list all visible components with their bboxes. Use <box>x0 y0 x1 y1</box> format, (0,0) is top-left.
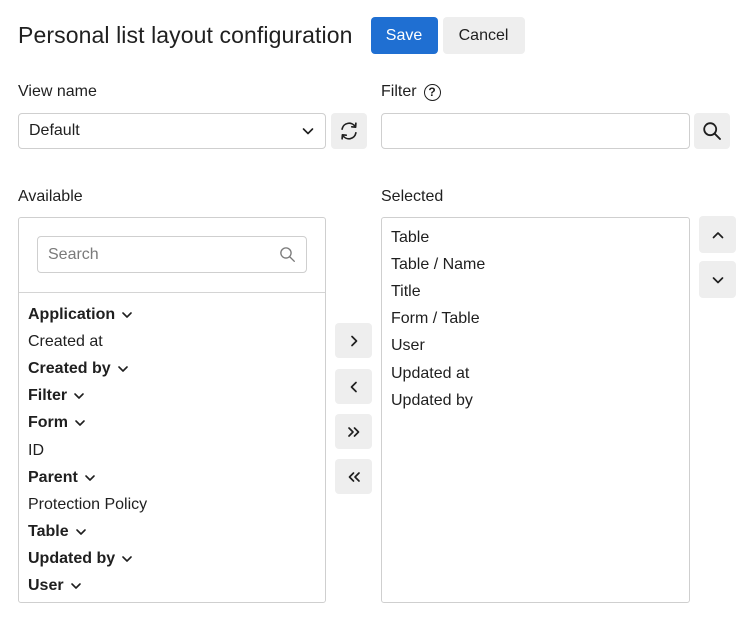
available-list: Application Created at Created by Filter For… <box>28 301 147 600</box>
available-group-item[interactable]: Application <box>28 301 147 328</box>
available-list-item[interactable]: Created at <box>28 328 147 355</box>
search-icon <box>703 122 721 140</box>
chevron-down-icon[interactable] <box>70 580 82 592</box>
double-chevron-left-icon <box>348 471 360 482</box>
available-group-item[interactable]: Form <box>28 410 147 437</box>
help-icon[interactable]: ? <box>423 83 441 101</box>
available-panel: Search Application Created at Created by Fi… <box>18 217 326 603</box>
selected-list-item[interactable]: User <box>391 333 485 360</box>
remove-selected-button[interactable] <box>335 369 372 404</box>
available-group-item[interactable]: Table <box>28 519 147 546</box>
available-search-input[interactable]: Search <box>37 236 307 273</box>
available-list-item[interactable]: Protection Policy <box>28 491 147 518</box>
filter-search-button[interactable] <box>694 113 730 149</box>
chevron-down-icon <box>712 276 723 283</box>
available-item-label: Created at <box>28 332 103 350</box>
refresh-icon <box>341 122 357 140</box>
available-item-label: Form <box>28 414 68 432</box>
available-group-item[interactable]: Parent <box>28 464 147 491</box>
available-item-label: Filter <box>28 387 68 405</box>
selected-label: Selected <box>381 188 444 205</box>
chevron-left-icon <box>350 381 357 392</box>
header: Personal list layout configuration Save … <box>18 17 525 54</box>
available-group-item[interactable]: Updated by <box>28 546 147 573</box>
remove-all-button[interactable] <box>335 459 372 494</box>
selected-list-item[interactable]: Form / Table <box>391 306 485 333</box>
selected-list-item[interactable]: Title <box>391 278 485 305</box>
available-group-item[interactable]: User <box>28 573 147 600</box>
add-all-button[interactable] <box>335 414 372 449</box>
chevron-down-icon[interactable] <box>117 363 129 375</box>
add-selected-button[interactable] <box>335 323 372 358</box>
available-item-label: Parent <box>28 468 78 486</box>
chevron-down-icon[interactable] <box>84 472 96 484</box>
filter-label-text: Filter <box>381 83 417 100</box>
available-group-item[interactable]: Filter <box>28 383 147 410</box>
chevron-down-icon[interactable] <box>75 526 87 538</box>
available-item-label: Table <box>28 523 69 541</box>
search-icon <box>280 247 295 262</box>
available-item-label: ID <box>28 441 44 459</box>
available-item-label: User <box>28 577 64 595</box>
selected-list-item[interactable]: Table / Name <box>391 251 485 278</box>
selected-panel: Table Table / Name Title Form / Table User Up… <box>381 217 690 603</box>
chevron-right-icon <box>350 335 357 346</box>
selected-list-item[interactable]: Updated at <box>391 360 485 387</box>
save-button[interactable]: Save <box>370 17 438 54</box>
chevron-down-icon[interactable] <box>73 390 85 402</box>
view-name-select[interactable]: Default <box>18 113 326 149</box>
available-label: Available <box>18 188 83 205</box>
chevron-down-icon[interactable] <box>121 309 133 321</box>
view-name-label: View name <box>18 83 97 100</box>
available-item-label: Application <box>28 305 116 323</box>
available-item-label: Updated by <box>28 550 116 568</box>
available-list-item[interactable]: ID <box>28 437 147 464</box>
chevron-up-icon <box>712 231 723 238</box>
move-up-button[interactable] <box>699 216 736 253</box>
selected-list-item[interactable]: Table <box>391 224 485 251</box>
move-down-button[interactable] <box>699 261 736 298</box>
refresh-button[interactable] <box>331 113 367 149</box>
view-name-value: Default <box>29 122 80 139</box>
filter-input[interactable] <box>381 113 690 149</box>
divider <box>19 292 325 293</box>
filter-label: Filter ? <box>381 83 441 101</box>
available-group-item[interactable]: Created by <box>28 355 147 382</box>
selected-list-item[interactable]: Updated by <box>391 387 485 414</box>
chevron-down-icon[interactable] <box>74 417 86 429</box>
double-chevron-right-icon <box>347 426 359 437</box>
chevron-down-icon <box>302 128 314 135</box>
chevron-down-icon[interactable] <box>121 553 133 565</box>
page-title: Personal list layout configuration <box>18 22 353 48</box>
cancel-button[interactable]: Cancel <box>442 17 525 54</box>
available-item-label: Created by <box>28 359 111 377</box>
search-placeholder: Search <box>48 245 99 263</box>
available-item-label: Protection Policy <box>28 495 148 513</box>
selected-list: Table Table / Name Title Form / Table User Up… <box>391 224 485 414</box>
